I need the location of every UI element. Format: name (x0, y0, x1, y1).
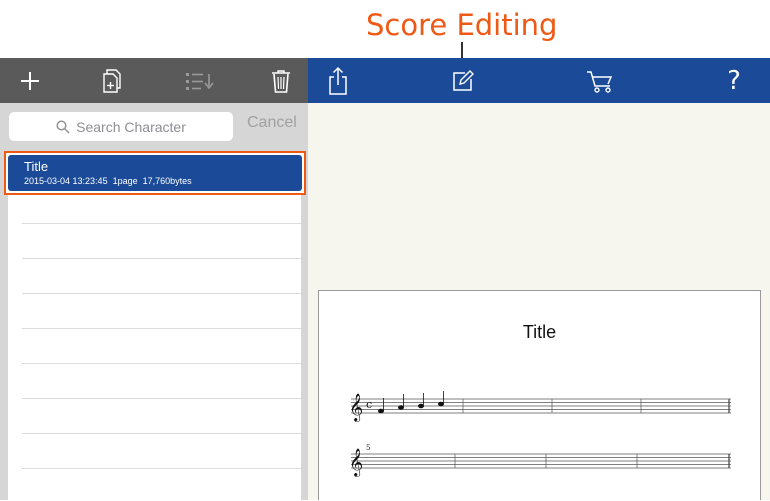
score-editing-callout: Score Editing (366, 8, 558, 42)
file-meta: 2015-03-04 13:23:45 1page 17,760bytes (24, 176, 302, 186)
trash-icon (272, 69, 290, 93)
right-toolbar: ? (308, 58, 770, 103)
duplicate-button[interactable] (96, 58, 128, 103)
list-separator (22, 258, 301, 259)
search-icon (56, 119, 70, 133)
help-button[interactable]: ? (720, 58, 748, 103)
file-list-panel: Search Character Cancel Title 2015-03-04… (0, 103, 308, 500)
treble-clef-icon: 𝄞 (349, 393, 363, 422)
cancel-button[interactable]: Cancel (247, 114, 297, 132)
file-pages: 1page (112, 176, 138, 186)
measure-number: 5 (366, 444, 370, 452)
file-size: 17,760bytes (142, 176, 192, 186)
staff-1 (351, 398, 731, 414)
time-signature: c (366, 398, 372, 411)
duplicate-icon (103, 68, 121, 93)
delete-button[interactable] (266, 58, 296, 103)
treble-clef-icon: 𝄞 (349, 448, 363, 477)
list-separator (22, 328, 301, 329)
list-separator (22, 293, 301, 294)
file-title: Title (24, 159, 49, 174)
sort-button[interactable] (180, 58, 220, 103)
file-row: Title 2015-03-04 13:23:45 1page 17,760by… (8, 155, 302, 191)
store-button[interactable] (582, 58, 618, 103)
file-list (8, 151, 301, 500)
share-button[interactable] (324, 58, 352, 103)
help-icon: ? (727, 65, 741, 96)
list-separator (22, 433, 301, 434)
list-item-selected[interactable]: Title 2015-03-04 13:23:45 1page 17,760by… (4, 151, 306, 195)
sort-icon (186, 72, 214, 90)
edit-button[interactable] (448, 58, 478, 103)
search-placeholder: Search Character (76, 118, 186, 135)
plus-icon (21, 71, 39, 90)
list-separator (22, 223, 301, 224)
list-separator (22, 363, 301, 364)
file-date: 2015-03-04 13:23:45 (24, 176, 108, 186)
music-staves: 𝄞 c 𝄞 5 (349, 391, 731, 477)
list-separator (22, 468, 301, 469)
share-icon (329, 66, 347, 95)
edit-icon (453, 69, 474, 91)
cart-icon (587, 70, 613, 93)
list-separator (22, 398, 301, 399)
staff-2 (351, 453, 731, 469)
left-toolbar (0, 58, 308, 103)
score-page[interactable]: Title 𝄞 c 𝄞 5 (318, 290, 761, 500)
search-field[interactable]: Search Character (9, 112, 233, 141)
add-button[interactable] (14, 58, 46, 103)
